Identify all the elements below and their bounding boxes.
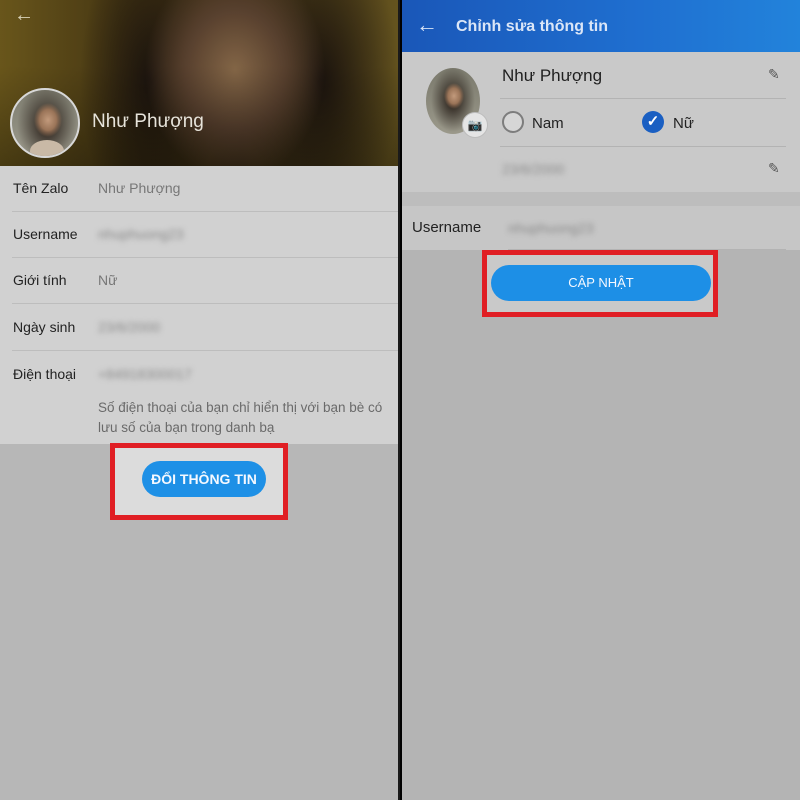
birthday-field[interactable]: 23/6/2000 bbox=[502, 161, 564, 177]
back-arrow-icon[interactable]: ← bbox=[14, 5, 40, 25]
header-bar: ← Chỉnh sửa thông tin bbox=[402, 0, 800, 52]
username-row: Username nhuphuong23 bbox=[402, 206, 800, 250]
info-row-gender: Giới tính Nữ bbox=[0, 258, 398, 304]
edit-info-panel: ← Chỉnh sửa thông tin 📷 Như Phượng ✎ Nam… bbox=[402, 0, 800, 800]
highlight-box: ĐỔI THÔNG TIN bbox=[110, 443, 288, 520]
info-list: Tên Zalo Như Phượng Username nhuphuong23… bbox=[0, 166, 398, 444]
cover-photo: ← Như Phượng bbox=[0, 0, 398, 166]
section-gap bbox=[402, 192, 800, 206]
gender-label-female: Nữ bbox=[673, 115, 694, 132]
info-value-blurred: nhuphuong23 bbox=[98, 226, 184, 242]
username-label: Username bbox=[412, 219, 482, 236]
info-value-blurred: 23/6/2000 bbox=[98, 319, 161, 335]
info-row-birthday: Ngày sinh 23/6/2000 bbox=[0, 305, 398, 351]
divider bbox=[12, 303, 398, 304]
camera-icon[interactable]: 📷 bbox=[462, 112, 488, 138]
info-label: Giới tính bbox=[13, 272, 67, 288]
edit-form: 📷 Như Phượng ✎ Nam ✓ Nữ 23/6/2000 ✎ bbox=[402, 52, 800, 192]
avatar[interactable] bbox=[10, 88, 80, 158]
divider bbox=[500, 98, 786, 99]
gender-radio-male[interactable] bbox=[502, 111, 524, 133]
page-title: Chỉnh sửa thông tin bbox=[456, 18, 609, 35]
info-value: Nữ bbox=[98, 272, 118, 288]
highlight-box: CẬP NHẬT bbox=[482, 250, 718, 317]
update-button[interactable]: CẬP NHẬT bbox=[491, 265, 711, 301]
change-info-button[interactable]: ĐỔI THÔNG TIN bbox=[142, 461, 266, 497]
info-value: Như Phượng bbox=[98, 180, 181, 196]
info-label: Tên Zalo bbox=[13, 180, 69, 196]
info-row-zalo-name: Tên Zalo Như Phượng bbox=[0, 166, 398, 212]
info-label: Ngày sinh bbox=[13, 319, 76, 335]
pencil-icon[interactable]: ✎ bbox=[768, 160, 780, 177]
check-icon: ✓ bbox=[646, 113, 660, 130]
back-arrow-icon[interactable]: ← bbox=[416, 14, 438, 36]
profile-name: Như Phượng bbox=[92, 111, 204, 132]
phone-privacy-note: Số điện thoại của bạn chỉ hiển thị với b… bbox=[98, 400, 383, 435]
gender-label-male: Nam bbox=[532, 115, 564, 132]
divider bbox=[12, 350, 398, 351]
profile-view-panel: ← Như Phượng Tên Zalo Như Phượng Usernam… bbox=[0, 0, 400, 800]
info-row-phone: Điện thoại +84918300017 bbox=[0, 352, 398, 398]
info-label: Điện thoại bbox=[13, 366, 77, 382]
gender-radio-female[interactable]: ✓ bbox=[642, 111, 664, 133]
pencil-icon[interactable]: ✎ bbox=[768, 66, 780, 83]
username-field[interactable]: nhuphuong23 bbox=[508, 220, 594, 236]
name-field[interactable]: Như Phượng bbox=[502, 66, 602, 86]
info-row-username: Username nhuphuong23 bbox=[0, 212, 398, 258]
info-value-blurred: +84918300017 bbox=[98, 366, 192, 382]
info-label: Username bbox=[13, 226, 78, 242]
divider bbox=[500, 146, 786, 147]
